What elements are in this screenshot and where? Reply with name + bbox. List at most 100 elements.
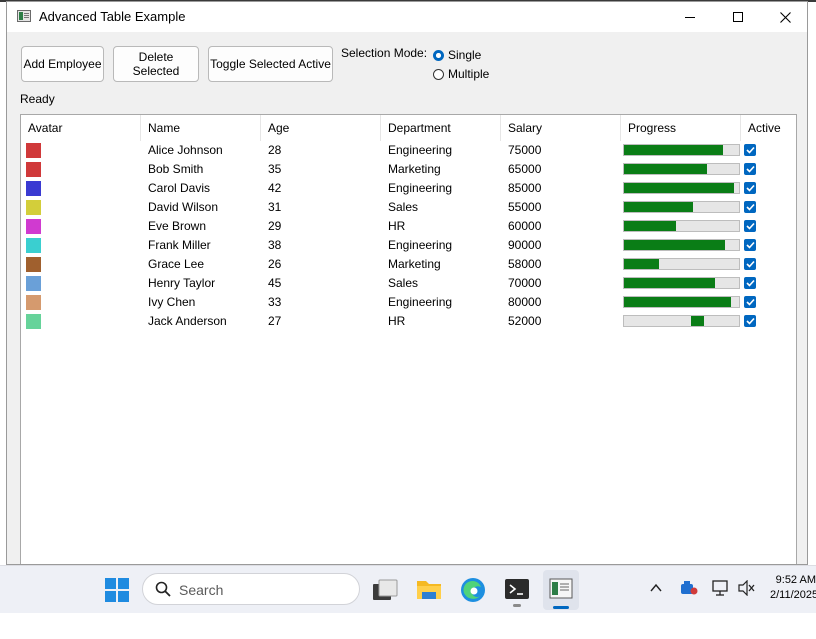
delete-selected-button[interactable]: Delete Selected [113, 46, 199, 82]
checkmark-icon [745, 317, 755, 325]
tray-app-button[interactable] [680, 580, 698, 599]
table-row[interactable]: Grace Lee 26 Marketing 58000 [21, 255, 796, 274]
edge-icon [461, 578, 485, 602]
network-button[interactable] [712, 580, 730, 599]
column-header-salary[interactable]: Salary [501, 115, 621, 141]
radio-checked-icon [433, 49, 444, 61]
name-cell: Henry Taylor [148, 276, 216, 290]
progress-bar [623, 220, 740, 232]
age-cell: 42 [268, 181, 282, 195]
progress-fill [624, 164, 707, 174]
progress-bar [623, 239, 740, 251]
radio-single-label: Single [448, 48, 482, 62]
active-checkbox[interactable] [744, 258, 756, 270]
file-explorer-button[interactable] [416, 577, 442, 604]
maximize-button[interactable] [715, 2, 761, 32]
radio-multiple[interactable]: Multiple [433, 67, 489, 81]
window-title: Advanced Table Example [39, 9, 186, 24]
checkmark-icon [745, 241, 755, 249]
name-cell: Grace Lee [148, 257, 205, 271]
maximize-icon [733, 12, 743, 22]
active-checkbox[interactable] [744, 296, 756, 308]
avatar [26, 181, 41, 196]
table-row[interactable]: Frank Miller 38 Engineering 90000 [21, 236, 796, 255]
tray-app-icon [681, 581, 698, 595]
table-row[interactable]: Alice Johnson 28 Engineering 75000 [21, 141, 796, 160]
table-row[interactable]: Bob Smith 35 Marketing 65000 [21, 160, 796, 179]
radio-multiple-label: Multiple [448, 67, 490, 81]
name-cell: Alice Johnson [148, 143, 223, 157]
progress-fill [624, 183, 735, 193]
close-button[interactable] [762, 2, 807, 32]
name-cell: Carol Davis [148, 181, 211, 195]
windows-logo-icon [105, 578, 129, 602]
toggle-active-button[interactable]: Toggle Selected Active [208, 46, 333, 82]
terminal-button[interactable] [504, 577, 530, 607]
active-checkbox[interactable] [744, 201, 756, 213]
active-checkbox[interactable] [744, 220, 756, 232]
checkmark-icon [745, 203, 755, 211]
progress-bar [623, 258, 740, 270]
progress-bar [623, 201, 740, 213]
table-row[interactable]: Henry Taylor 45 Sales 70000 [21, 274, 796, 293]
app-window-taskbar-icon [549, 578, 573, 599]
active-checkbox[interactable] [744, 163, 756, 175]
edge-browser-button[interactable] [460, 577, 486, 606]
checkmark-icon [745, 260, 755, 268]
checkmark-icon [745, 298, 755, 306]
add-employee-button[interactable]: Add Employee [21, 46, 104, 82]
employee-table[interactable]: Avatar Name Age Department Salary Progre… [20, 114, 797, 564]
checkmark-icon [745, 184, 755, 192]
taskbar-clock[interactable]: 9:52 AM 2/11/2025 [770, 573, 816, 603]
table-header: Avatar Name Age Department Salary Progre… [21, 115, 796, 141]
task-view-button[interactable] [372, 578, 398, 605]
volume-muted-icon [738, 579, 755, 597]
column-header-active[interactable]: Active [741, 115, 796, 141]
table-row[interactable]: David Wilson 31 Sales 55000 [21, 198, 796, 217]
avatar [26, 314, 41, 329]
salary-cell: 70000 [508, 276, 542, 290]
checkmark-icon [745, 222, 755, 230]
department-cell: Engineering [388, 295, 453, 309]
progress-bar [623, 277, 740, 289]
avatar [26, 200, 41, 215]
column-header-avatar[interactable]: Avatar [21, 115, 141, 141]
salary-cell: 52000 [508, 314, 542, 328]
active-checkbox[interactable] [744, 277, 756, 289]
avatar [26, 257, 41, 272]
table-row[interactable]: Jack Anderson 27 HR 52000 [21, 312, 796, 331]
department-cell: Marketing [388, 257, 441, 271]
start-button[interactable] [105, 578, 129, 605]
checkmark-icon [745, 279, 755, 287]
checkmark-icon [745, 165, 755, 173]
active-checkbox[interactable] [744, 239, 756, 251]
active-checkbox[interactable] [744, 182, 756, 194]
column-header-department[interactable]: Department [381, 115, 501, 141]
name-cell: Ivy Chen [148, 295, 196, 309]
volume-button[interactable] [738, 579, 756, 599]
table-row[interactable]: Eve Brown 29 HR 60000 [21, 217, 796, 236]
app-taskbar-button-active[interactable] [543, 570, 579, 610]
progress-bar [623, 163, 740, 175]
show-hidden-icons-button[interactable] [650, 582, 662, 596]
radio-single[interactable]: Single [433, 48, 481, 62]
table-row[interactable]: Carol Davis 42 Engineering 85000 [21, 179, 796, 198]
department-cell: Marketing [388, 162, 441, 176]
close-icon [779, 11, 791, 23]
radio-unchecked-icon [433, 68, 444, 80]
table-row[interactable]: Ivy Chen 33 Engineering 80000 [21, 293, 796, 312]
active-checkbox[interactable] [744, 315, 756, 327]
column-header-age[interactable]: Age [261, 115, 381, 141]
salary-cell: 58000 [508, 257, 542, 271]
minimize-button[interactable] [667, 2, 713, 32]
column-header-name[interactable]: Name [141, 115, 261, 141]
column-header-progress[interactable]: Progress [621, 115, 741, 141]
name-cell: Bob Smith [148, 162, 204, 176]
chevron-up-icon [650, 583, 662, 592]
active-checkbox[interactable] [744, 144, 756, 156]
checkmark-icon [745, 146, 755, 154]
app-window-icon [17, 10, 31, 22]
age-cell: 38 [268, 238, 282, 252]
progress-fill [624, 202, 693, 212]
taskbar-search-box[interactable]: Search [142, 573, 360, 605]
